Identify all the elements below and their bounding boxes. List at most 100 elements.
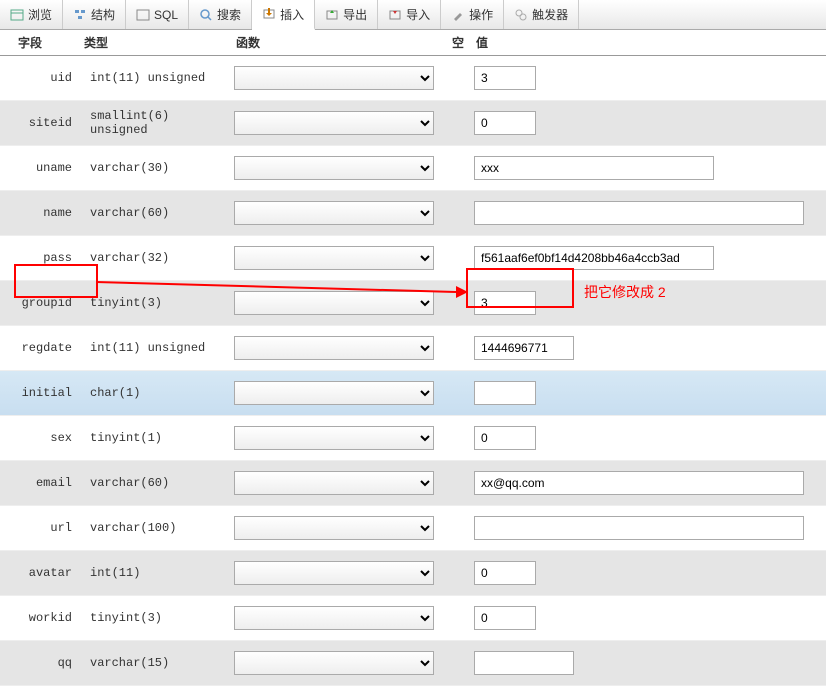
- function-select[interactable]: [234, 201, 434, 225]
- tab-label: 操作: [469, 6, 493, 23]
- field-name: avatar: [0, 566, 78, 580]
- field-type: char(1): [78, 386, 230, 400]
- value-input[interactable]: [474, 561, 536, 585]
- tab-operations[interactable]: 操作: [441, 0, 504, 29]
- tab-import[interactable]: 导入: [378, 0, 441, 29]
- field-name: url: [0, 521, 78, 535]
- func-cell: [230, 246, 446, 270]
- tab-search[interactable]: 搜索: [189, 0, 252, 29]
- function-select[interactable]: [234, 66, 434, 90]
- value-input[interactable]: [474, 381, 536, 405]
- table-row: sextinyint(1): [0, 416, 826, 461]
- field-type: varchar(60): [78, 206, 230, 220]
- func-cell: [230, 336, 446, 360]
- field-type: int(11) unsigned: [78, 341, 230, 355]
- value-input[interactable]: [474, 66, 536, 90]
- tab-label: 触发器: [532, 6, 568, 23]
- field-name: email: [0, 476, 78, 490]
- tab-label: 导出: [343, 6, 367, 23]
- table-row: uidint(11) unsigned: [0, 56, 826, 101]
- field-name: uid: [0, 71, 78, 85]
- sql-icon: [136, 8, 150, 22]
- table-row: emailvarchar(60): [0, 461, 826, 506]
- tab-label: 搜索: [217, 6, 241, 23]
- browse-icon: [10, 8, 24, 22]
- tab-label: 导入: [406, 6, 430, 23]
- field-name: uname: [0, 161, 78, 175]
- tab-bar: 浏览 结构 SQL 搜索 插入 导出 导入 操作 触发器: [0, 0, 826, 30]
- header-field: 字段: [0, 30, 78, 55]
- table-row: regdateint(11) unsigned: [0, 326, 826, 371]
- table-row: passvarchar(32): [0, 236, 826, 281]
- value-input[interactable]: [474, 426, 536, 450]
- import-icon: [388, 8, 402, 22]
- field-name: workid: [0, 611, 78, 625]
- table-row: namevarchar(60): [0, 191, 826, 236]
- field-name: name: [0, 206, 78, 220]
- value-input[interactable]: [474, 156, 714, 180]
- function-select[interactable]: [234, 651, 434, 675]
- func-cell: [230, 201, 446, 225]
- trigger-icon: [514, 8, 528, 22]
- func-cell: [230, 471, 446, 495]
- function-select[interactable]: [234, 156, 434, 180]
- value-input[interactable]: [474, 336, 574, 360]
- value-cell: [470, 561, 826, 585]
- table-row: groupidtinyint(3): [0, 281, 826, 326]
- func-cell: [230, 381, 446, 405]
- field-type: tinyint(3): [78, 611, 230, 625]
- function-select[interactable]: [234, 426, 434, 450]
- header-value: 值: [470, 30, 826, 55]
- field-type: varchar(15): [78, 656, 230, 670]
- tab-structure[interactable]: 结构: [63, 0, 126, 29]
- field-type: int(11) unsigned: [78, 71, 230, 85]
- function-select[interactable]: [234, 381, 434, 405]
- function-select[interactable]: [234, 336, 434, 360]
- field-type: int(11): [78, 566, 230, 580]
- tab-browse[interactable]: 浏览: [0, 0, 63, 29]
- function-select[interactable]: [234, 561, 434, 585]
- header-func: 函数: [230, 30, 446, 55]
- value-input[interactable]: [474, 471, 804, 495]
- func-cell: [230, 651, 446, 675]
- value-input[interactable]: [474, 606, 536, 630]
- table-header: 字段 类型 函数 空 值: [0, 30, 826, 56]
- field-name: pass: [0, 251, 78, 265]
- search-icon: [199, 8, 213, 22]
- value-cell: [470, 66, 826, 90]
- field-name: siteid: [0, 116, 78, 130]
- function-select[interactable]: [234, 111, 434, 135]
- function-select[interactable]: [234, 246, 434, 270]
- tab-triggers[interactable]: 触发器: [504, 0, 579, 29]
- value-cell: [470, 426, 826, 450]
- tab-export[interactable]: 导出: [315, 0, 378, 29]
- value-input[interactable]: [474, 111, 536, 135]
- rows-container: uidint(11) unsignedsiteidsmallint(6) uns…: [0, 56, 826, 686]
- export-icon: [325, 8, 339, 22]
- tab-label: 浏览: [28, 6, 52, 23]
- func-cell: [230, 66, 446, 90]
- value-input[interactable]: [474, 516, 804, 540]
- function-select[interactable]: [234, 471, 434, 495]
- func-cell: [230, 561, 446, 585]
- value-input[interactable]: [474, 246, 714, 270]
- structure-icon: [73, 8, 87, 22]
- value-input[interactable]: [474, 651, 574, 675]
- header-type: 类型: [78, 30, 230, 55]
- tab-sql[interactable]: SQL: [126, 0, 189, 29]
- tab-label: SQL: [154, 8, 178, 22]
- tab-insert[interactable]: 插入: [252, 0, 315, 30]
- func-cell: [230, 606, 446, 630]
- value-cell: [470, 336, 826, 360]
- table-row: initialchar(1): [0, 371, 826, 416]
- field-type: varchar(30): [78, 161, 230, 175]
- function-select[interactable]: [234, 516, 434, 540]
- field-type: smallint(6) unsigned: [78, 109, 230, 137]
- value-input[interactable]: [474, 201, 804, 225]
- field-name: initial: [0, 386, 78, 400]
- func-cell: [230, 426, 446, 450]
- function-select[interactable]: [234, 606, 434, 630]
- value-input[interactable]: [474, 291, 536, 315]
- function-select[interactable]: [234, 291, 434, 315]
- value-cell: [470, 246, 826, 270]
